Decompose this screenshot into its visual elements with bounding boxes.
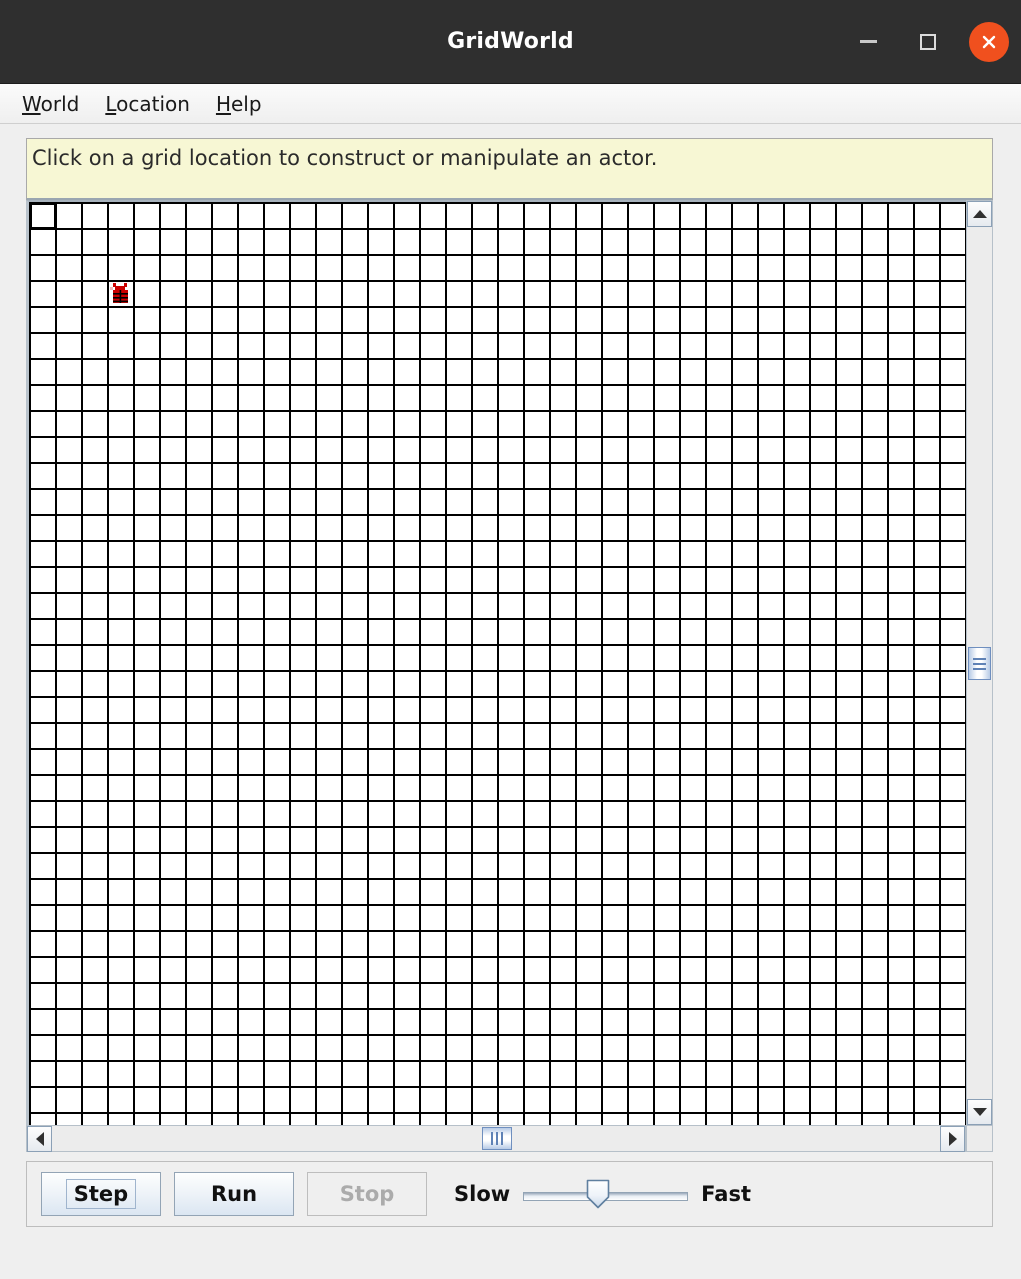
grid-canvas[interactable] <box>29 202 966 1125</box>
maximize-button[interactable] <box>909 23 947 61</box>
step-button[interactable]: Step <box>41 1172 161 1216</box>
grip-line <box>491 1132 493 1145</box>
grid-lines <box>29 202 966 1125</box>
gridworld-window: GridWorld World Location Help Click on a… <box>0 0 1021 1279</box>
grip-line <box>973 667 986 670</box>
window-controls <box>849 0 1009 83</box>
maximize-icon <box>920 33 936 50</box>
grip-line <box>496 1132 498 1145</box>
message-bar: Click on a grid location to construct or… <box>26 138 993 200</box>
menu-world-rest: orld <box>40 91 80 116</box>
close-button[interactable] <box>969 21 1009 62</box>
menu-help[interactable]: Help <box>206 89 272 119</box>
control-panel: Step Run Stop Slow Fast <box>26 1161 993 1227</box>
horizontal-scrollbar[interactable] <box>26 1125 966 1152</box>
hscroll-row <box>26 1125 993 1152</box>
grid-and-vscroll <box>26 200 993 1125</box>
scroll-down-button[interactable] <box>967 1099 992 1125</box>
vertical-scrollbar[interactable] <box>966 200 993 1125</box>
menu-location-mnemonic: L <box>105 91 117 116</box>
run-button[interactable]: Run <box>174 1172 294 1216</box>
menu-world-mnemonic: W <box>22 91 41 116</box>
step-button-label: Step <box>65 1179 137 1209</box>
slider-min-label: Slow <box>454 1182 511 1206</box>
message-text: Click on a grid location to construct or… <box>32 146 658 170</box>
menu-location-rest: ocation <box>116 91 190 116</box>
horizontal-scrollbar-thumb[interactable] <box>482 1127 512 1150</box>
content-area: Click on a grid location to construct or… <box>0 124 1021 1279</box>
menu-help-rest: elp <box>230 91 262 116</box>
slider-thumb-icon <box>586 1179 610 1209</box>
menu-location[interactable]: Location <box>95 89 200 119</box>
arrow-down-icon <box>972 1108 987 1116</box>
arrow-up-icon <box>972 210 987 218</box>
menu-help-mnemonic: H <box>215 91 231 116</box>
minimize-button[interactable] <box>849 23 887 61</box>
run-button-label: Run <box>210 1182 258 1206</box>
arrow-left-icon <box>35 1132 44 1146</box>
grip-line <box>501 1132 503 1145</box>
slider-max-label: Fast <box>701 1182 751 1206</box>
scroll-right-button[interactable] <box>940 1126 965 1152</box>
title-bar: GridWorld <box>0 0 1021 84</box>
scroll-up-button[interactable] <box>967 201 992 227</box>
scrollbar-corner <box>966 1125 993 1152</box>
vertical-scrollbar-thumb[interactable] <box>968 647 991 680</box>
stop-button-label: Stop <box>339 1182 395 1206</box>
grid-viewport[interactable] <box>26 200 966 1125</box>
menu-world[interactable]: World <box>12 89 89 119</box>
stop-button: Stop <box>307 1172 427 1216</box>
grid-area <box>26 200 993 1152</box>
speed-slider[interactable] <box>523 1177 689 1211</box>
slider-thumb[interactable] <box>586 1179 610 1209</box>
arrow-right-icon <box>948 1132 957 1146</box>
menu-bar: World Location Help <box>0 84 1021 124</box>
grip-line <box>973 657 986 660</box>
scroll-left-button[interactable] <box>27 1126 52 1152</box>
speed-slider-group: Slow Fast <box>454 1177 751 1211</box>
minimize-icon <box>859 40 877 43</box>
grip-line <box>973 662 986 665</box>
close-icon <box>982 35 996 48</box>
